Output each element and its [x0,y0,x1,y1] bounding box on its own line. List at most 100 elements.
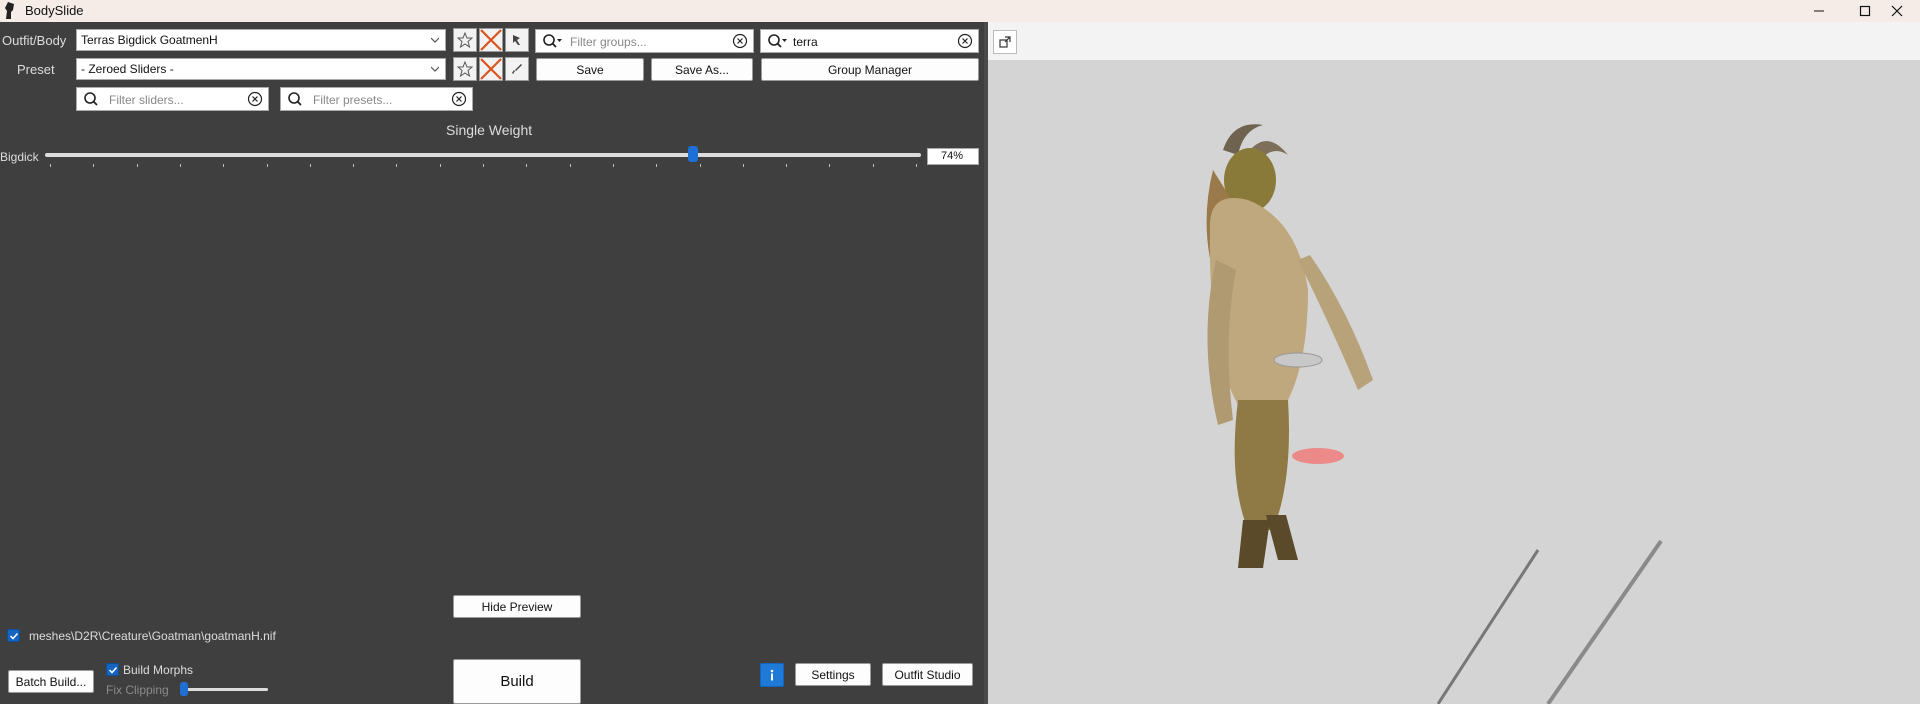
minimize-button[interactable] [1796,0,1842,22]
search-icon [543,34,562,48]
outfit-studio-button[interactable]: Outfit Studio [882,663,973,686]
check-icon [9,632,19,640]
slider-tick [526,164,528,167]
slider-tick [742,164,744,167]
clear-icon[interactable] [957,33,973,49]
preset-label: Preset [17,62,55,77]
slider-tick [916,164,917,167]
brush-icon [512,64,522,74]
app-icon [5,2,14,19]
control-panel: Outfit/Body Terras Bigdick GoatmenH Filt… [0,22,984,704]
delete-icon [480,29,502,51]
delete-outfit-button[interactable] [479,28,503,52]
title-bar: BodySlide [0,0,1920,22]
slider-tick [439,164,441,167]
slider-tick [266,164,268,167]
outfit-select-value: Terras Bigdick GoatmenH [81,33,218,47]
preview-panel[interactable] [988,22,1920,704]
slider-tick [483,164,484,167]
batch-build-button[interactable]: Batch Build... [8,670,94,693]
fix-clipping-slider[interactable] [182,688,268,691]
search-icon [768,34,787,48]
slider-tick [353,164,355,167]
preset-select[interactable]: - Zeroed Sliders - [76,58,446,80]
pin-icon [513,35,520,45]
preset-filter-placeholder: Filter presets... [313,93,393,107]
delete-icon [480,58,502,80]
slider-tick [309,164,311,167]
model-legs [1234,400,1289,530]
preset-select-value: - Zeroed Sliders - [81,62,174,76]
slider-tick [699,164,701,167]
clear-icon[interactable] [247,91,263,107]
slider-tick [179,164,181,167]
ground-grid-line [1546,539,1663,704]
weight-header: Single Weight [446,122,533,138]
clear-icon[interactable] [451,91,467,107]
model-morph-mesh [1292,448,1344,464]
group-filter-placeholder: Filter groups... [570,35,647,49]
slider-tick [786,164,788,167]
slider-tick [656,164,658,167]
preview-toolbar [988,22,1920,60]
maximize-icon [1859,5,1871,17]
popout-icon [999,36,1011,48]
settings-button[interactable]: Settings [795,663,871,686]
window-title: BodySlide [25,3,84,18]
output-file-path: meshes\D2R\Creature\Goatman\goatmanH.nif [29,629,276,643]
slider-thumb[interactable] [688,146,699,162]
close-button[interactable] [1874,0,1920,22]
slider-tick [396,164,398,167]
slider-value-text: 74% [941,150,964,162]
slider-filter-input[interactable]: Filter sliders... [76,87,269,111]
star-icon [457,61,473,77]
model-viewport[interactable] [988,60,1920,704]
edit-preset-button[interactable] [505,57,529,81]
save-as-button[interactable]: Save As... [651,58,753,81]
pin-outfit-button[interactable] [505,28,529,52]
model-arm-right [1298,255,1373,390]
slider-label: Bigdick [0,150,39,164]
outfit-filter-input[interactable]: terra [760,29,979,53]
clear-icon[interactable] [732,33,748,49]
slider-tick [872,164,874,167]
favorite-outfit-button[interactable] [453,28,477,52]
slider-value-input[interactable]: 74% [927,148,979,165]
save-button[interactable]: Save [536,58,644,81]
search-icon [84,92,98,106]
build-button[interactable]: Build [453,659,581,704]
build-morphs-label: Build Morphs [123,663,194,677]
slider-filter-placeholder: Filter sliders... [109,93,184,107]
star-icon [457,32,473,48]
fix-clipping-thumb[interactable] [180,682,188,696]
build-morphs-checkbox[interactable] [106,663,119,676]
chevron-down-icon [431,37,439,43]
minimize-icon [1814,10,1824,12]
info-button[interactable] [760,663,784,687]
slider-track[interactable] [45,153,921,157]
close-icon [1891,5,1903,17]
preset-filter-input[interactable]: Filter presets... [280,87,473,111]
group-manager-button[interactable]: Group Manager [761,58,979,81]
search-icon [288,92,302,106]
slider-tick [93,164,95,167]
delete-preset-button[interactable] [479,57,503,81]
slider-tick [50,164,51,167]
popout-preview-button[interactable] [993,30,1017,54]
group-filter-input[interactable]: Filter groups... [535,29,754,53]
ground-grid-line [1436,549,1540,704]
slider-tick [829,164,831,167]
slider-tick [136,164,138,167]
model-hooves [1238,520,1270,568]
slider-tick [569,164,571,167]
model-hooves [1266,515,1298,560]
hide-preview-button[interactable]: Hide Preview [453,595,581,618]
outfit-filter-value: terra [793,35,818,49]
slider-tick [612,164,614,167]
model-armband [1273,352,1323,368]
fix-clipping-label: Fix Clipping [106,683,169,697]
check-icon [108,666,118,674]
output-file-checkbox[interactable] [7,629,20,642]
outfit-select[interactable]: Terras Bigdick GoatmenH [76,29,446,51]
favorite-preset-button[interactable] [453,57,477,81]
